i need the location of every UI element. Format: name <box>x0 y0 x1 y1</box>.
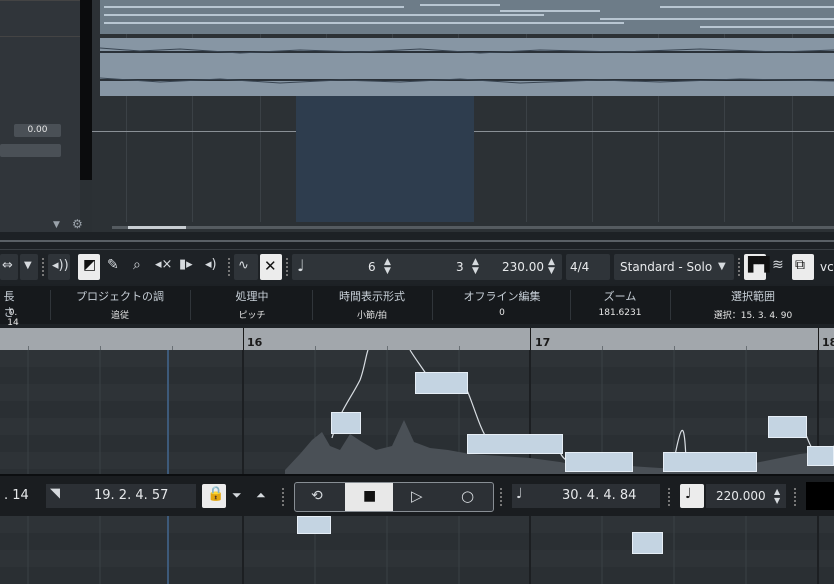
copy-icon[interactable]: ⧉ <box>792 254 814 280</box>
horizontal-scrollbar[interactable] <box>112 226 834 229</box>
signature-label: 4/4 <box>570 260 590 274</box>
tempo-field[interactable]: 220.000 ▲ ▼ <box>706 484 786 508</box>
quantize-value-2[interactable]: 3 <box>456 260 464 274</box>
quantize-value-1[interactable]: 6 <box>368 260 376 274</box>
lock-icon[interactable]: 🔒 <box>202 484 226 508</box>
note-icon: ♩ <box>297 256 305 275</box>
note-segment[interactable] <box>297 516 331 534</box>
record-icon[interactable]: ○ <box>461 487 474 505</box>
left-locator-value: 19. 2. 4. 57 <box>94 488 169 503</box>
audio-event[interactable] <box>100 38 834 96</box>
snap-icon[interactable]: ✕ <box>260 254 282 280</box>
info-header-project-key: プロジェクトの調 <box>76 290 164 303</box>
stepper-icon[interactable]: ▲ ▼ <box>472 258 479 276</box>
play-icon[interactable]: ▷ <box>411 487 423 505</box>
right-locator-value: 30. 4. 4. 84 <box>562 488 637 503</box>
cycle-icon[interactable]: ⟲ <box>311 488 323 504</box>
right-locator-field[interactable]: ♩ 30. 4. 4. 84 <box>512 484 660 508</box>
tempo-track-icon[interactable]: ♩ <box>680 484 704 508</box>
inspector-slider[interactable] <box>0 144 61 157</box>
ruler-bar-18: 18 <box>822 336 834 349</box>
info-header-selection: 選択範囲 <box>731 290 775 303</box>
note-segment[interactable] <box>331 412 361 434</box>
play-icon[interactable]: ◂) <box>202 254 224 280</box>
pencil-icon[interactable]: ✎ <box>102 254 126 280</box>
inspector-value-field[interactable]: 0.00 <box>14 124 61 137</box>
transport-bar: . 14 ◥ 19. 2. 4. 57 🔒 ⏷ ⏶ ⟲ ■ ▷ ○ ♩ 30. … <box>0 474 834 516</box>
note-segment[interactable] <box>807 446 834 466</box>
mode-label: Standard - Solo <box>620 260 713 274</box>
stop-button[interactable]: ■ <box>345 483 393 511</box>
note-segment[interactable] <box>565 452 633 472</box>
note-segment[interactable] <box>663 452 757 472</box>
punch-out-icon[interactable]: ⏶ <box>256 488 266 503</box>
selection-range <box>296 96 474 222</box>
tempo-value[interactable]: 230.00 <box>502 260 544 274</box>
note-segment[interactable] <box>467 434 563 454</box>
info-value-processing[interactable]: ピッチ <box>196 308 308 321</box>
arrange-window: 0.00 ▼ ⚙ <box>0 0 834 232</box>
info-value-selection[interactable]: 選択：15. 3. 4. 90 <box>672 308 834 321</box>
stepper-icon[interactable]: ▲ ▼ <box>774 487 780 505</box>
stepper-icon[interactable]: ▲ ▼ <box>384 258 391 276</box>
info-value-time-format[interactable]: 小節/拍 <box>312 308 432 321</box>
track-inspector: 0.00 ▼ ⚙ <box>0 0 92 232</box>
segment-icon[interactable]: ▮▸ <box>176 254 198 280</box>
window-icon[interactable]: ▛▜ <box>744 254 770 280</box>
info-header-offline-edit: オフライン編集 <box>463 290 541 303</box>
info-header-time-format: 時間表示形式 <box>339 290 405 303</box>
punch-in-icon[interactable]: ⏷ <box>232 488 242 503</box>
toolbar-trailing: vc <box>820 260 834 274</box>
midi-part[interactable] <box>100 0 834 34</box>
left-locator-icon: ◥ <box>50 486 60 501</box>
signature-field[interactable]: 4/4 <box>566 254 610 280</box>
zoom-icon[interactable]: ⌕ <box>128 254 152 280</box>
note-segment[interactable] <box>632 532 663 554</box>
chevron-down-icon: ▼ <box>718 261 726 272</box>
note-segment[interactable] <box>415 372 468 394</box>
select-tool-icon[interactable]: ◩ <box>78 254 100 280</box>
info-header-processing: 処理中 <box>235 290 269 303</box>
info-header-zoom: ズーム <box>603 290 637 303</box>
arrow-icon[interactable]: ⇔ <box>0 254 18 280</box>
info-value-zoom[interactable]: 181.6231 <box>572 308 668 318</box>
info-value-project-key[interactable]: 追従 <box>58 308 182 321</box>
position-display-partial[interactable]: . 14 <box>4 484 29 508</box>
editor-toolbar: ⇔ ▼ ◂)) ◩ ✎ ⌕ ◂× ▮▸ ◂) ∿ ✕ ♩ 6 ▲ ▼ 3 ▲ ▼ 2… <box>0 249 834 284</box>
curve-icon[interactable]: ∿ <box>234 254 258 280</box>
info-line: 長さ 0. 14 プロジェクトの調 追従 処理中 ピッチ 時間表示形式 小節/拍… <box>0 286 834 328</box>
info-value-length[interactable]: 0. 14 <box>2 308 24 328</box>
tempo-value: 220.000 <box>716 489 766 503</box>
speaker-icon[interactable]: ◂)) <box>48 254 70 280</box>
mode-select[interactable]: Standard - Solo ▼ <box>614 254 734 280</box>
note-icon: ♩ <box>516 486 523 502</box>
stepper-icon[interactable]: ▲ ▼ <box>548 258 555 276</box>
info-value-offline-edit[interactable]: 0 <box>436 308 568 318</box>
transport-display <box>806 482 834 510</box>
left-locator-field[interactable]: ◥ 19. 2. 4. 57 <box>46 484 196 508</box>
quantize-group: ♩ 6 ▲ ▼ 3 ▲ ▼ 230.00 ▲ ▼ <box>292 254 562 280</box>
chevron-down-icon[interactable]: ▼ <box>20 254 38 280</box>
gear-icon[interactable]: ⚙ <box>72 217 83 231</box>
note-segment[interactable] <box>768 416 807 438</box>
layers-icon[interactable]: ≋ <box>768 254 790 280</box>
chevron-down-icon[interactable]: ▼ <box>53 220 60 230</box>
ruler-bar-16: 16 <box>247 336 263 349</box>
variaudio-editor[interactable] <box>0 350 834 584</box>
mute-icon[interactable]: ◂× <box>152 254 174 280</box>
transport-controls: ⟲ ■ ▷ ○ <box>294 482 494 512</box>
ruler-bar-17: 17 <box>535 336 551 349</box>
ruler[interactable]: 16 17 18 <box>0 328 834 350</box>
